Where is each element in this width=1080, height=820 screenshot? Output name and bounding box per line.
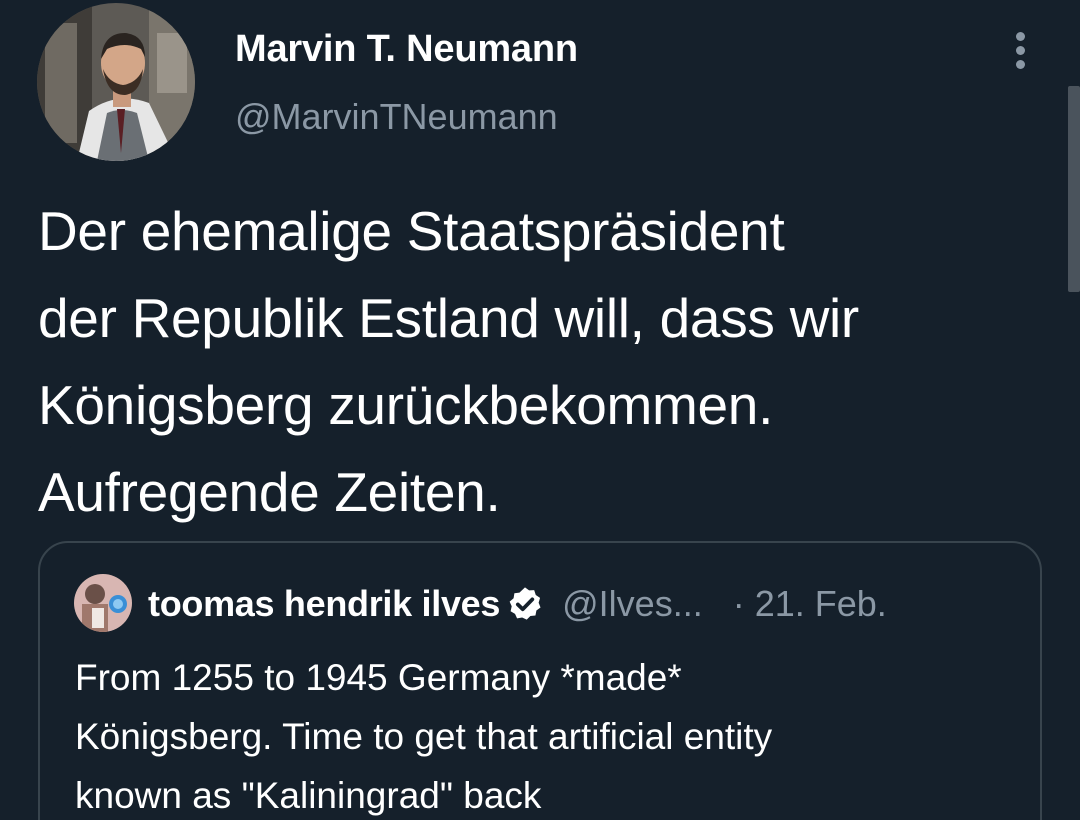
avatar-photo-icon xyxy=(37,3,195,161)
quoted-author-handle[interactable]: @Ilves... xyxy=(562,583,703,625)
tweet-text-line: der Republik Estland will, dass wir xyxy=(38,287,859,349)
verified-badge-icon xyxy=(506,585,544,623)
more-options-button[interactable] xyxy=(1000,30,1040,70)
quoted-author-name[interactable]: toomas hendrik ilves xyxy=(148,583,500,625)
quoted-tweet-card[interactable]: toomas hendrik ilves @Ilves... · 21. Feb… xyxy=(38,541,1042,820)
author-name[interactable]: Marvin T. Neumann xyxy=(235,28,578,71)
ellipsis-dot xyxy=(1016,32,1025,41)
ellipsis-dot xyxy=(1016,60,1025,69)
quoted-text-line: known as "Kaliningrad" back xyxy=(75,775,542,816)
tweet-text-line: Königsberg zurückbekommen. xyxy=(38,374,774,436)
quoted-author-avatar[interactable] xyxy=(74,574,132,632)
quoted-text-line: From 1255 to 1945 Germany *made* xyxy=(75,657,682,698)
tweet-text: Der ehemalige Staatspräsident der Republ… xyxy=(38,188,1058,536)
scrollbar[interactable] xyxy=(1068,86,1080,292)
quoted-tweet-text: From 1255 to 1945 Germany *made* Königsb… xyxy=(75,648,1035,820)
quoted-date[interactable]: 21. Feb. xyxy=(755,583,887,625)
header-separator: · xyxy=(732,583,745,624)
quoted-avatar-photo-icon xyxy=(74,574,132,632)
tweet-text-line: Der ehemalige Staatspräsident xyxy=(38,200,785,262)
quoted-header: toomas hendrik ilves @Ilves... · 21. Feb… xyxy=(148,579,887,629)
ellipsis-dot xyxy=(1016,46,1025,55)
tweet-text-line: Aufregende Zeiten. xyxy=(38,461,501,523)
author-handle[interactable]: @MarvinTNeumann xyxy=(235,96,558,138)
author-avatar[interactable] xyxy=(37,3,195,161)
tweet: Marvin T. Neumann @MarvinTNeumann Der eh… xyxy=(0,0,1080,820)
quoted-text-line: Königsberg. Time to get that artificial … xyxy=(75,716,773,757)
